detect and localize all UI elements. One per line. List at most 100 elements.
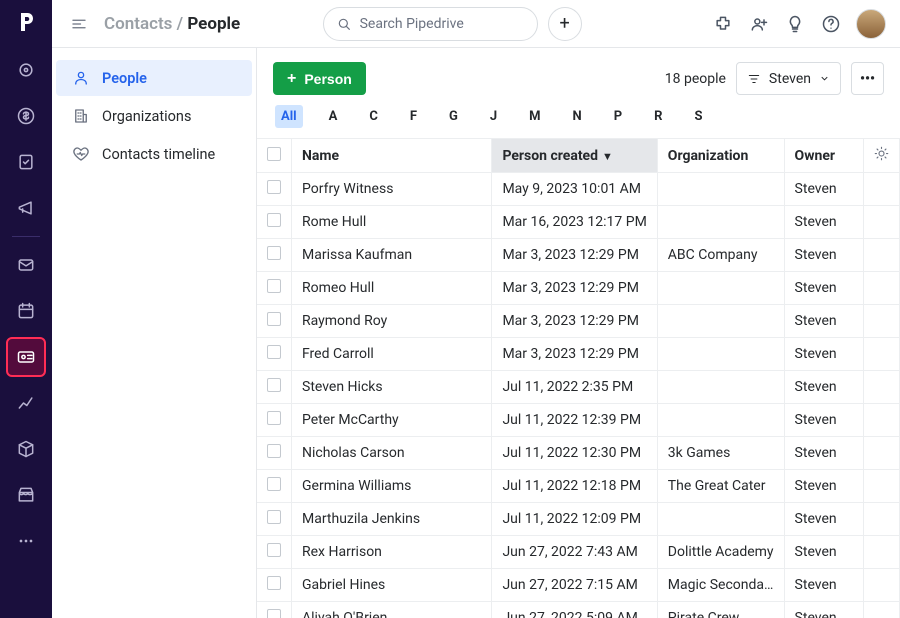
cell-name[interactable]: Marissa Kaufman (292, 239, 492, 272)
cell-organization[interactable]: Dolittle Academy (657, 536, 784, 569)
column-header-owner[interactable]: Owner (784, 139, 863, 173)
row-checkbox[interactable] (257, 239, 292, 272)
cell-name[interactable]: Aliyah O'Brien (292, 602, 492, 618)
extensions-icon[interactable] (712, 13, 734, 35)
quick-add-button[interactable]: + (548, 7, 582, 41)
alpha-filter-s[interactable]: S (688, 105, 708, 128)
rail-item-leads[interactable] (6, 50, 46, 90)
owner-filter-button[interactable]: Steven (736, 62, 841, 95)
row-checkbox[interactable] (257, 404, 292, 437)
row-checkbox[interactable] (257, 305, 292, 338)
cell-owner[interactable]: Steven (784, 305, 863, 338)
table-row[interactable]: Nicholas CarsonJul 11, 2022 12:30 PM3k G… (257, 437, 900, 470)
rail-item-contacts[interactable] (6, 337, 46, 377)
rail-item-deals[interactable] (6, 96, 46, 136)
table-row[interactable]: Germina WilliamsJul 11, 2022 12:18 PMThe… (257, 470, 900, 503)
cell-owner[interactable]: Steven (784, 503, 863, 536)
cell-organization[interactable]: ABC Company (657, 239, 784, 272)
alpha-filter-g[interactable]: G (443, 105, 464, 128)
search-input[interactable]: Search Pipedrive (323, 7, 538, 41)
column-header-name[interactable]: Name (292, 139, 492, 173)
column-header-organization[interactable]: Organization (657, 139, 784, 173)
rail-item-more[interactable] (6, 521, 46, 561)
cell-owner[interactable]: Steven (784, 239, 863, 272)
alpha-filter-r[interactable]: R (648, 105, 668, 128)
cell-organization[interactable]: Magic Seconda… (657, 569, 784, 602)
cell-name[interactable]: Germina Williams (292, 470, 492, 503)
cell-name[interactable]: Marthuzila Jenkins (292, 503, 492, 536)
alpha-filter-a[interactable]: A (323, 105, 344, 128)
alpha-filter-j[interactable]: J (484, 105, 503, 128)
cell-owner[interactable]: Steven (784, 536, 863, 569)
cell-organization[interactable] (657, 206, 784, 239)
table-row[interactable]: Marthuzila JenkinsJul 11, 2022 12:09 PMS… (257, 503, 900, 536)
cell-name[interactable]: Nicholas Carson (292, 437, 492, 470)
cell-organization[interactable] (657, 404, 784, 437)
row-checkbox[interactable] (257, 437, 292, 470)
alpha-filter-f[interactable]: F (404, 105, 423, 128)
row-checkbox[interactable] (257, 602, 292, 618)
cell-organization[interactable]: 3k Games (657, 437, 784, 470)
cell-name[interactable]: Rex Harrison (292, 536, 492, 569)
cell-owner[interactable]: Steven (784, 206, 863, 239)
alpha-filter-m[interactable]: M (523, 105, 546, 128)
rail-item-products[interactable] (6, 429, 46, 469)
tips-icon[interactable] (784, 13, 806, 35)
cell-name[interactable]: Peter McCarthy (292, 404, 492, 437)
cell-name[interactable]: Porfry Witness (292, 173, 492, 206)
table-row[interactable]: Rome HullMar 16, 2023 12:17 PMSteven (257, 206, 900, 239)
cell-organization[interactable] (657, 173, 784, 206)
select-all-checkbox[interactable] (257, 139, 292, 173)
cell-organization[interactable]: The Great Cater (657, 470, 784, 503)
row-checkbox[interactable] (257, 338, 292, 371)
cell-organization[interactable] (657, 338, 784, 371)
alpha-filter-p[interactable]: P (608, 105, 628, 128)
help-icon[interactable] (820, 13, 842, 35)
cell-name[interactable]: Rome Hull (292, 206, 492, 239)
sidebar-item-timeline[interactable]: Contacts timeline (56, 136, 252, 172)
cell-owner[interactable]: Steven (784, 437, 863, 470)
table-row[interactable]: Raymond RoyMar 3, 2023 12:29 PMSteven (257, 305, 900, 338)
table-row[interactable]: Romeo HullMar 3, 2023 12:29 PMSteven (257, 272, 900, 305)
sidebar-item-people[interactable]: People (56, 60, 252, 96)
add-person-button[interactable]: + Person (273, 62, 366, 95)
alpha-filter-n[interactable]: N (567, 105, 588, 128)
row-checkbox[interactable] (257, 206, 292, 239)
more-actions-button[interactable]: ••• (851, 62, 884, 95)
column-header-created[interactable]: Person created▼ (492, 139, 657, 173)
cell-owner[interactable]: Steven (784, 272, 863, 305)
cell-owner[interactable]: Steven (784, 602, 863, 618)
cell-organization[interactable] (657, 305, 784, 338)
cell-organization[interactable] (657, 503, 784, 536)
table-row[interactable]: Peter McCarthyJul 11, 2022 12:39 PMSteve… (257, 404, 900, 437)
table-row[interactable]: Marissa KaufmanMar 3, 2023 12:29 PMABC C… (257, 239, 900, 272)
rail-item-marketplace[interactable] (6, 475, 46, 515)
cell-name[interactable]: Fred Carroll (292, 338, 492, 371)
alpha-filter-c[interactable]: C (363, 105, 384, 128)
row-checkbox[interactable] (257, 272, 292, 305)
table-row[interactable]: Gabriel HinesJun 27, 2022 7:15 AMMagic S… (257, 569, 900, 602)
cell-owner[interactable]: Steven (784, 569, 863, 602)
row-checkbox[interactable] (257, 569, 292, 602)
rail-item-mail[interactable] (6, 245, 46, 285)
cell-organization[interactable]: Pirate Crew (657, 602, 784, 618)
cell-name[interactable]: Romeo Hull (292, 272, 492, 305)
cell-owner[interactable]: Steven (784, 371, 863, 404)
cell-owner[interactable]: Steven (784, 173, 863, 206)
row-checkbox[interactable] (257, 536, 292, 569)
table-row[interactable]: Aliyah O'BrienJun 27, 2022 5:09 AMPirate… (257, 602, 900, 618)
row-checkbox[interactable] (257, 371, 292, 404)
table-row[interactable]: Fred CarrollMar 3, 2023 12:29 PMSteven (257, 338, 900, 371)
column-settings-button[interactable] (863, 139, 899, 173)
cell-organization[interactable] (657, 371, 784, 404)
cell-name[interactable]: Steven Hicks (292, 371, 492, 404)
row-checkbox[interactable] (257, 470, 292, 503)
avatar[interactable] (856, 9, 886, 39)
rail-item-campaigns[interactable] (6, 188, 46, 228)
cell-name[interactable]: Raymond Roy (292, 305, 492, 338)
alpha-filter-all[interactable]: All (275, 105, 303, 128)
table-row[interactable]: Porfry WitnessMay 9, 2023 10:01 AMSteven (257, 173, 900, 206)
table-row[interactable]: Rex HarrisonJun 27, 2022 7:43 AMDolittle… (257, 536, 900, 569)
cell-owner[interactable]: Steven (784, 338, 863, 371)
cell-owner[interactable]: Steven (784, 404, 863, 437)
